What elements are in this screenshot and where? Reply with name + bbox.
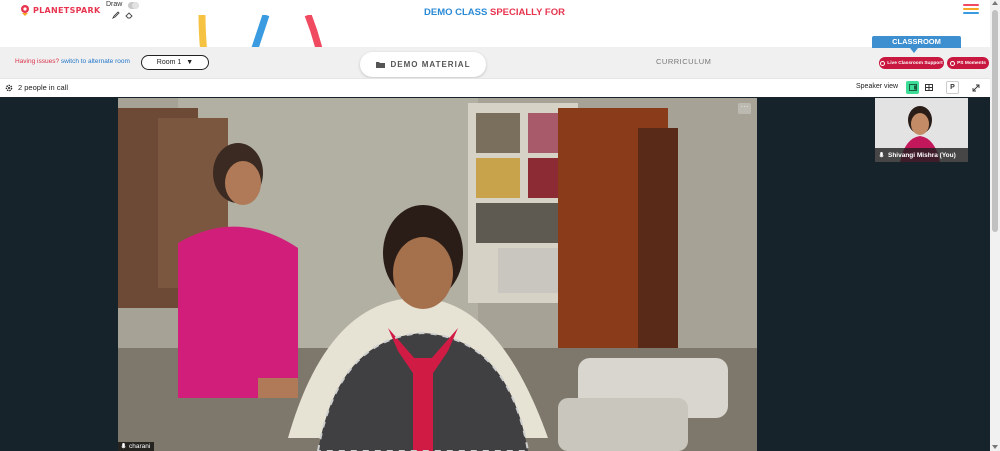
grid-icon <box>924 84 933 91</box>
scrollbar-thumb[interactable] <box>992 10 998 232</box>
live-support-button[interactable]: Live Classroom Support <box>879 57 944 69</box>
video-options-button[interactable]: ··· <box>738 103 751 114</box>
call-bar <box>0 78 990 97</box>
self-participant-tag: Shivangi Mishra (You) <box>875 148 968 162</box>
speaker-view-label: Speaker view <box>856 83 899 90</box>
title-part-1: DEMO CLASS <box>424 7 488 18</box>
self-participant-name: Shivangi Mishra (You) <box>888 151 956 159</box>
moments-icon <box>950 60 956 66</box>
gear-icon[interactable] <box>5 84 13 92</box>
planetspark-logo[interactable]: PLANETSPARK <box>20 4 101 16</box>
room-select-value: Room 1 <box>156 59 182 66</box>
video-frame <box>118 98 757 451</box>
logo-text: PLANETSPARK <box>33 5 101 15</box>
classroom-tab[interactable]: CLASSROOM <box>872 36 961 53</box>
demo-material-button[interactable]: DEMO MATERIAL <box>360 52 486 77</box>
support-icon <box>880 60 886 66</box>
fullscreen-button[interactable] <box>969 81 982 94</box>
curriculum-tab[interactable]: CURRICULUM <box>656 57 711 66</box>
scroll-up-arrow-icon[interactable] <box>992 1 998 5</box>
scroll-down-arrow-icon[interactable] <box>992 445 998 449</box>
issues-text: Having issues? <box>15 58 60 65</box>
eraser-icon[interactable] <box>125 11 133 19</box>
pip-button[interactable]: P <box>946 81 959 94</box>
main-participant-tag: charani <box>118 442 155 451</box>
hamburger-menu-icon[interactable] <box>963 4 979 16</box>
title-part-2: SPECIALLY FOR <box>489 7 565 18</box>
ps-moments-label: PS Moments <box>957 60 986 66</box>
ps-moments-button[interactable]: PS Moments <box>947 57 989 69</box>
draw-toggle[interactable] <box>128 2 139 9</box>
main-video-feed[interactable] <box>118 98 757 451</box>
people-in-call[interactable]: 2 people in call <box>5 83 68 92</box>
chevron-down-icon: ▼ <box>186 59 194 66</box>
page-title: DEMO CLASS SPECIALLY FOR <box>424 7 565 18</box>
draw-label: Draw <box>106 1 123 8</box>
demo-material-label: DEMO MATERIAL <box>390 60 471 69</box>
main-participant-name: charani <box>129 443 151 450</box>
alternate-room-link[interactable]: switch to alternate room <box>61 58 130 65</box>
grid-view-button[interactable] <box>922 81 935 94</box>
speaker-layout-icon <box>908 84 917 91</box>
rocket-icon <box>21 5 29 16</box>
microphone-icon <box>879 151 884 157</box>
room-select[interactable]: Room 1 ▼ <box>141 55 209 70</box>
pencil-icon[interactable] <box>112 11 120 19</box>
app-window: PLANETSPARK Draw DEMO CLASS SPECIALLY FO… <box>0 0 1000 451</box>
folder-icon <box>375 62 385 68</box>
live-support-label: Live Classroom Support <box>887 60 943 66</box>
speaker-view-button[interactable] <box>906 81 919 94</box>
draw-tools <box>112 11 133 19</box>
microphone-icon <box>121 443 126 449</box>
expand-icon <box>972 84 979 91</box>
people-count: 2 people in call <box>18 83 69 92</box>
issues-notice: Having issues? switch to alternate room <box>15 58 130 65</box>
